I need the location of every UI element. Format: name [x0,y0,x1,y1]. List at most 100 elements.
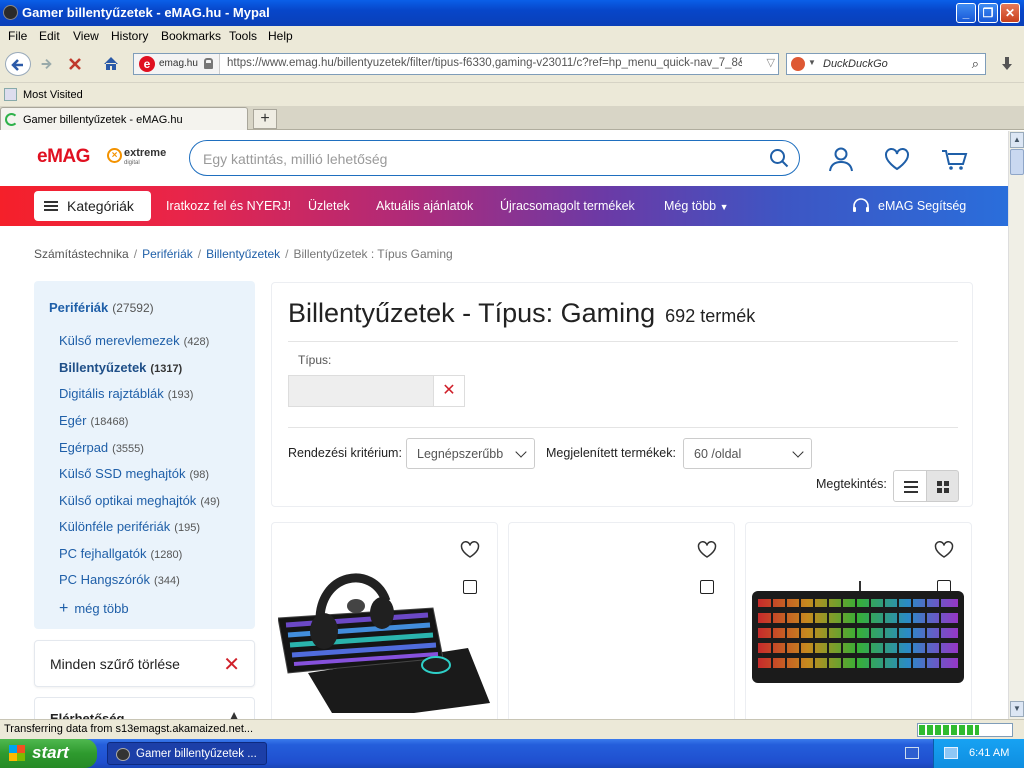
account-icon[interactable] [827,145,855,173]
sidebar-item-label: PC fejhallgatók [59,546,147,561]
product-card[interactable] [271,522,498,719]
sidebar-item-label: Billentyűzetek [59,360,147,375]
url-dropdown-icon[interactable]: ▽ [767,56,775,69]
lock-icon [204,58,213,69]
nav-link-more[interactable]: Még több ▼ [664,199,729,213]
bookmarks-toolbar: Most Visited [0,82,1024,106]
sidebar-item-count: (1317) [150,363,183,375]
menu-history[interactable]: History [111,29,148,43]
sidebar-item[interactable]: PC fejhallgatók (1280) [59,546,182,561]
scroll-thumb[interactable] [1010,149,1024,175]
network-icon[interactable] [944,747,958,759]
sidebar-item-label: Külső SSD meghajtók [59,466,186,481]
forward-button[interactable] [33,52,59,76]
list-view-button[interactable] [893,470,927,502]
nav-link-offers[interactable]: Aktuális ajánlatok [376,199,473,213]
back-button[interactable] [5,52,31,76]
sidebar-item[interactable]: Külső merevlemezek (428) [59,333,209,348]
sidebar-item[interactable]: Digitális rajztáblák (193) [59,386,193,401]
new-tab-button[interactable]: + [253,109,277,129]
nav-link-refurbished[interactable]: Újracsomagolt termékek [500,199,635,213]
bookmark-most-visited[interactable]: Most Visited [23,89,83,101]
keyboard-layout-icon[interactable] [905,747,919,759]
web-search-field[interactable]: ▼ DuckDuckGo ⌕ [786,53,986,75]
maximize-button[interactable]: ❐ [978,3,998,23]
page-scrollbar[interactable]: ▲ ▼ [1008,131,1024,719]
search-engine-dropdown-icon[interactable]: ▼ [808,58,816,67]
clear-filters-button[interactable]: Minden szűrő törlése ✕ [34,640,255,687]
product-image-rgb-keyboard[interactable] [752,553,968,713]
start-button[interactable]: start [0,739,97,768]
emag-logo[interactable]: eMAG [37,146,90,168]
loading-progress-bar [917,723,1013,737]
cart-icon[interactable] [940,145,968,173]
site-search-input[interactable]: Egy kattintás, millió lehetőség [189,140,800,176]
breadcrumb-separator: / [285,247,289,261]
sidebar-item-label: Külső merevlemezek [59,333,180,348]
breadcrumb-item[interactable]: Perifériák [142,247,193,261]
menu-tools[interactable]: Tools [229,29,257,43]
sidebar-item-count: (193) [167,389,194,401]
progress-fill [919,725,979,735]
availability-filter-header[interactable]: Elérhetőség ▲ [34,697,255,719]
sidebar-item[interactable]: Különféle perifériák (195) [59,519,200,534]
clock[interactable]: 6:41 AM [969,747,1009,759]
menu-help[interactable]: Help [268,29,293,43]
sidebar-item-label: Digitális rajztáblák [59,386,164,401]
chevron-down-icon [515,446,527,458]
download-button[interactable] [994,52,1020,76]
scroll-down-icon[interactable]: ▼ [1010,701,1024,717]
grid-view-button[interactable] [926,470,959,502]
sidebar-item[interactable]: Külső SSD meghajtók (98) [59,466,209,481]
tab-emag[interactable]: Gamer billentyűzetek - eMAG.hu [0,107,248,130]
menu-bar: File Edit View History Bookmarks Tools H… [0,26,1024,46]
sidebar-item[interactable]: Külső optikai meghajtók (49) [59,493,220,508]
sidebar-item[interactable]: Egér (18468) [59,413,128,428]
minimize-button[interactable]: _ [956,3,976,23]
status-text: Transferring data from s13emagst.akamaiz… [4,723,254,735]
product-image-keyboard-bundle[interactable] [278,553,494,713]
sidebar-title[interactable]: Perifériák (27592) [49,300,154,315]
breadcrumb-item[interactable]: Billentyűzetek [206,247,280,261]
list-icon [904,481,918,493]
home-button[interactable] [98,52,124,76]
menu-file[interactable]: File [8,29,27,43]
tab-strip: Gamer billentyűzetek - eMAG.hu + [0,106,1024,130]
menu-edit[interactable]: Edit [39,29,60,43]
per-page-select[interactable]: 60 /oldal [683,438,812,469]
sort-select[interactable]: Legnépszerűbb [406,438,535,469]
nav-help[interactable]: eMAG Segítség [878,199,966,213]
back-arrow-icon [11,59,23,71]
categories-button[interactable]: Kategóriák [34,191,151,221]
product-card[interactable] [508,522,735,719]
emag-favicon-icon: e [139,56,155,72]
search-icon[interactable] [769,148,789,168]
close-button[interactable]: ✕ [1000,3,1020,23]
taskbar-window-button[interactable]: Gamer billentyűzetek ... [107,742,267,765]
scroll-up-icon[interactable]: ▲ [1010,132,1024,148]
nav-link-stores[interactable]: Üzletek [308,199,350,213]
per-page-value: 60 /oldal [694,447,742,461]
site-header: eMAG × extreme digital Egy kattintás, mi… [0,131,1008,186]
close-x-icon: ✕ [223,654,240,676]
menu-view[interactable]: View [73,29,99,43]
sidebar-more-label: még több [74,601,129,616]
compare-checkbox[interactable] [700,580,714,594]
search-icon[interactable]: ⌕ [972,56,979,72]
url-bar[interactable]: e emag.hu https://www.emag.hu/billentyuz… [133,53,779,75]
web-search-placeholder: DuckDuckGo [823,58,888,70]
site-identity[interactable]: e emag.hu [134,54,220,74]
breadcrumb-item[interactable]: Számítástechnika [34,247,129,261]
sidebar-item-active[interactable]: Billentyűzetek (1317) [59,360,182,375]
favorites-heart-icon[interactable] [883,145,911,173]
sidebar-more-link[interactable]: + még több [59,600,129,618]
nav-link-subscribe[interactable]: Iratkozz fel és NYERJ! [166,199,291,213]
sidebar-item[interactable]: PC Hangszórók (344) [59,572,180,587]
product-card[interactable] [745,522,972,719]
remove-filter-button[interactable]: ✕ [433,375,465,407]
stop-button[interactable] [62,52,88,76]
menu-bookmarks[interactable]: Bookmarks [161,29,221,43]
sidebar-item[interactable]: Egérpad (3555) [59,440,144,455]
wishlist-heart-icon[interactable] [697,541,717,559]
system-tray: 6:41 AM [933,739,1024,768]
